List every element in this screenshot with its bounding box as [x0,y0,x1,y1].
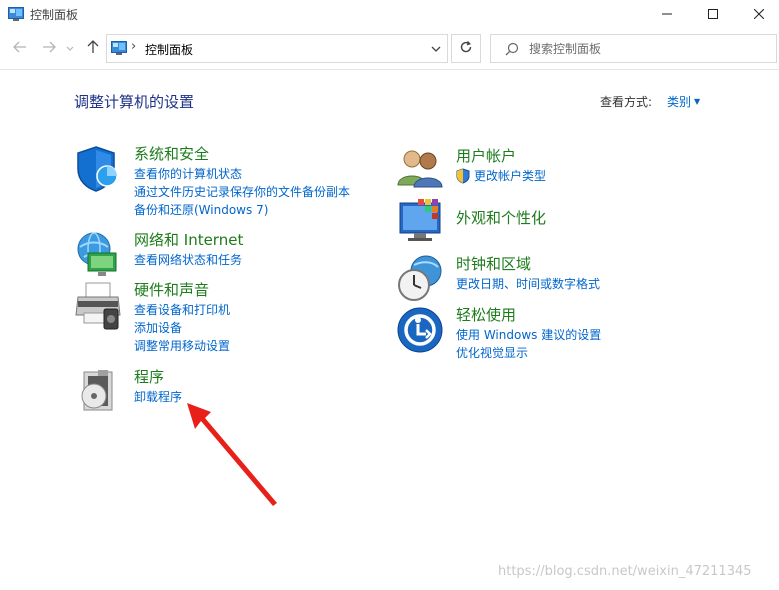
back-button[interactable] [11,38,29,58]
view-by-value: 类别 [667,95,692,109]
printer-icon[interactable] [74,279,126,331]
link-label: 更改帐户类型 [474,169,547,183]
close-icon [753,8,765,22]
users-icon[interactable] [396,145,448,197]
breadcrumb-separator[interactable]: › [131,39,136,54]
address-bar[interactable]: › 控制面板 [106,34,448,63]
back-arrow-icon [13,41,27,56]
link-file-history-backup[interactable]: 通过文件历史记录保存你的文件备份副本 [134,183,350,201]
minimize-icon [662,8,672,22]
link-devices-printers[interactable]: 查看设备和打印机 [134,301,230,319]
link-mobility-settings[interactable]: 调整常用移动设置 [134,337,230,355]
watermark: https://blog.csdn.net/weixin_47211345 [498,564,752,579]
search-input[interactable] [529,40,769,58]
window-title: 控制面板 [30,8,79,22]
link-add-device[interactable]: 添加设备 [134,319,230,337]
view-by-dropdown[interactable]: 类别 ▼ [667,93,700,110]
ease-of-access-icon[interactable] [396,304,448,356]
recent-locations-button[interactable] [64,38,76,58]
link-uninstall-program[interactable]: 卸载程序 [134,388,182,406]
forward-arrow-icon [42,41,56,56]
maximize-button[interactable] [690,0,736,30]
control-panel-icon [8,7,24,21]
maximize-icon [708,8,718,22]
link-change-account-type[interactable]: 更改帐户类型 [456,167,546,185]
search-box[interactable] [490,34,777,63]
category-title[interactable]: 程序 [134,366,164,387]
category-title[interactable]: 用户帐户 [456,145,516,166]
page-title: 调整计算机的设置 [74,93,195,111]
network-globe-icon[interactable] [74,229,126,281]
toolbar-divider [0,69,779,70]
category-title[interactable]: 网络和 Internet [134,229,243,250]
monitor-palette-icon[interactable] [396,197,448,249]
chevron-down-icon [66,41,74,55]
category-title[interactable]: 系统和安全 [134,143,209,164]
chevron-down-icon[interactable] [429,42,443,56]
view-by-label: 查看方式: [600,95,653,109]
link-view-computer-status[interactable]: 查看你的计算机状态 [134,165,350,183]
programs-disc-icon[interactable] [74,366,126,418]
category-title[interactable]: 外观和个性化 [456,207,546,228]
link-change-date-time-format[interactable]: 更改日期、时间或数字格式 [456,275,600,293]
category-title[interactable]: 轻松使用 [456,304,516,325]
uac-shield-icon [456,168,470,184]
refresh-icon [459,40,473,57]
shield-icon[interactable] [74,143,126,195]
link-network-status[interactable]: 查看网络状态和任务 [134,251,242,269]
link-windows-recommended-settings[interactable]: 使用 Windows 建议的设置 [456,326,601,344]
forward-button[interactable] [40,38,58,58]
address-row: › 控制面板 [0,30,779,68]
breadcrumb-control-panel[interactable]: 控制面板 [145,41,193,58]
link-backup-restore[interactable]: 备份和还原(Windows 7) [134,201,350,219]
clock-globe-icon[interactable] [396,253,448,305]
link-optimize-visual-display[interactable]: 优化视觉显示 [456,344,601,362]
category-title[interactable]: 时钟和区域 [456,253,531,274]
up-arrow-icon [87,39,99,57]
minimize-button[interactable] [644,0,690,30]
control-panel-icon [111,41,127,55]
refresh-button[interactable] [451,34,481,63]
category-title[interactable]: 硬件和声音 [134,279,209,300]
title-bar: 控制面板 [0,0,779,30]
caret-down-icon: ▼ [694,97,701,106]
close-button[interactable] [736,0,779,30]
search-icon [505,42,519,56]
up-button[interactable] [84,38,102,58]
